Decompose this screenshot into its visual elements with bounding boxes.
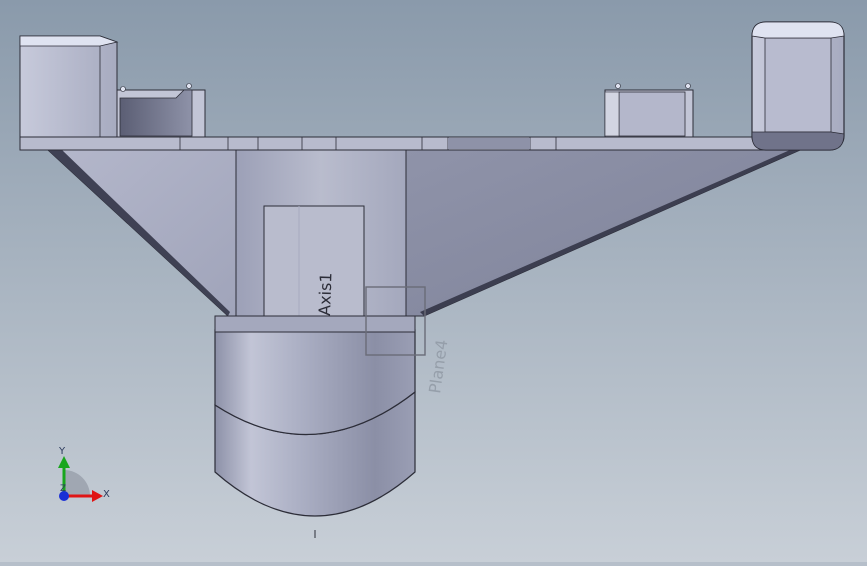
left-end-block-top xyxy=(19,35,119,47)
reference-axis[interactable]: Axis1 xyxy=(315,272,336,316)
triad-x-label: X xyxy=(103,489,110,500)
hub-flange[interactable] xyxy=(214,315,416,333)
right-slot-pin-2 xyxy=(685,83,691,89)
triad-z-label: Z xyxy=(60,484,66,494)
triad-y-label: Y xyxy=(58,446,66,457)
left-slot-pin-1 xyxy=(120,86,126,92)
left-end-block[interactable] xyxy=(19,35,118,138)
top-plate[interactable] xyxy=(19,136,831,151)
graphics-viewport[interactable]: Axis1 Plane4 Y X Z xyxy=(0,0,867,562)
top-plate-dark-strip xyxy=(448,138,530,149)
right-slot-pin-1 xyxy=(615,83,621,89)
right-end-block-face xyxy=(764,37,832,133)
hub-window[interactable] xyxy=(263,205,365,317)
left-slot-pin-2 xyxy=(186,83,192,89)
right-end-block-bottom xyxy=(751,131,845,151)
right-slot-recess xyxy=(618,91,686,137)
right-slot-side xyxy=(604,91,620,137)
right-end-block-top xyxy=(751,21,845,39)
axis-label[interactable]: Axis1 xyxy=(315,272,336,316)
